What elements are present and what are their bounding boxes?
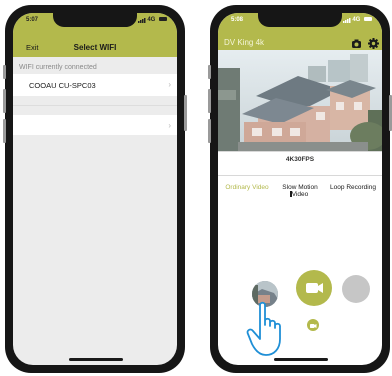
record-button[interactable] (296, 270, 332, 306)
divider (218, 151, 382, 152)
network-type: 4G (147, 17, 156, 23)
section-label: WIFI currently connected (19, 64, 97, 71)
page-title: Select WIFI (73, 43, 117, 52)
wifi-network-row[interactable]: › (13, 115, 177, 135)
mode-loop-recording[interactable]: Loop Recording (328, 184, 378, 191)
volume-up-button (3, 89, 6, 113)
wifi-network-name: COOAU CU-SPC03 (29, 81, 96, 90)
signal-icon (137, 18, 146, 23)
status-indicators: 4G (342, 17, 372, 23)
battery-icon (364, 17, 372, 22)
camera-screen: 5:08 4G DV King 4k 4K30FPS Ordinary Vide… (218, 13, 382, 365)
volume-down-button (208, 119, 211, 143)
signal-icon (342, 18, 351, 23)
home-indicator (69, 358, 123, 361)
mode-selector: Ordinary Video Slow Motion Video Loop Re… (218, 178, 382, 208)
left-phone-frame: 5:07 4G Exit Select WIFI WIFI currently … (3, 5, 187, 373)
video-camera-icon (310, 324, 317, 328)
mute-switch (208, 65, 211, 79)
notch (258, 13, 342, 27)
text-cursor (290, 191, 292, 197)
volume-up-button (208, 89, 211, 113)
video-camera-icon (306, 283, 323, 293)
mode-indicator (307, 319, 319, 331)
battery-icon (159, 17, 167, 22)
chevron-right-icon: › (168, 80, 171, 89)
resolution-label: 4K30FPS (285, 156, 315, 163)
status-indicators: 4G (137, 17, 167, 23)
status-time: 5:07 (26, 17, 39, 23)
mode-slow-motion-video[interactable]: Slow Motion Video (275, 184, 325, 198)
divider (218, 175, 382, 176)
mute-switch (3, 65, 6, 79)
page-title: DV King 4k (224, 38, 265, 47)
wifi-screen: 5:07 4G Exit Select WIFI WIFI currently … (13, 13, 177, 365)
camera-preview (218, 50, 382, 151)
chevron-right-icon: › (168, 121, 171, 130)
volume-down-button (3, 119, 6, 143)
pointing-hand-icon (246, 301, 281, 356)
divider (13, 105, 177, 106)
power-button (184, 95, 187, 131)
network-type: 4G (352, 17, 361, 23)
mode-ordinary-video[interactable]: Ordinary Video (222, 184, 272, 191)
status-time: 5:08 (231, 17, 244, 23)
notch (53, 13, 137, 27)
home-indicator (274, 358, 328, 361)
resolution-button[interactable] (342, 275, 370, 303)
wifi-network-row[interactable]: COOAU CU-SPC03 › (13, 74, 177, 96)
right-phone-frame: 5:08 4G DV King 4k 4K30FPS Ordinary Vide… (208, 5, 392, 373)
